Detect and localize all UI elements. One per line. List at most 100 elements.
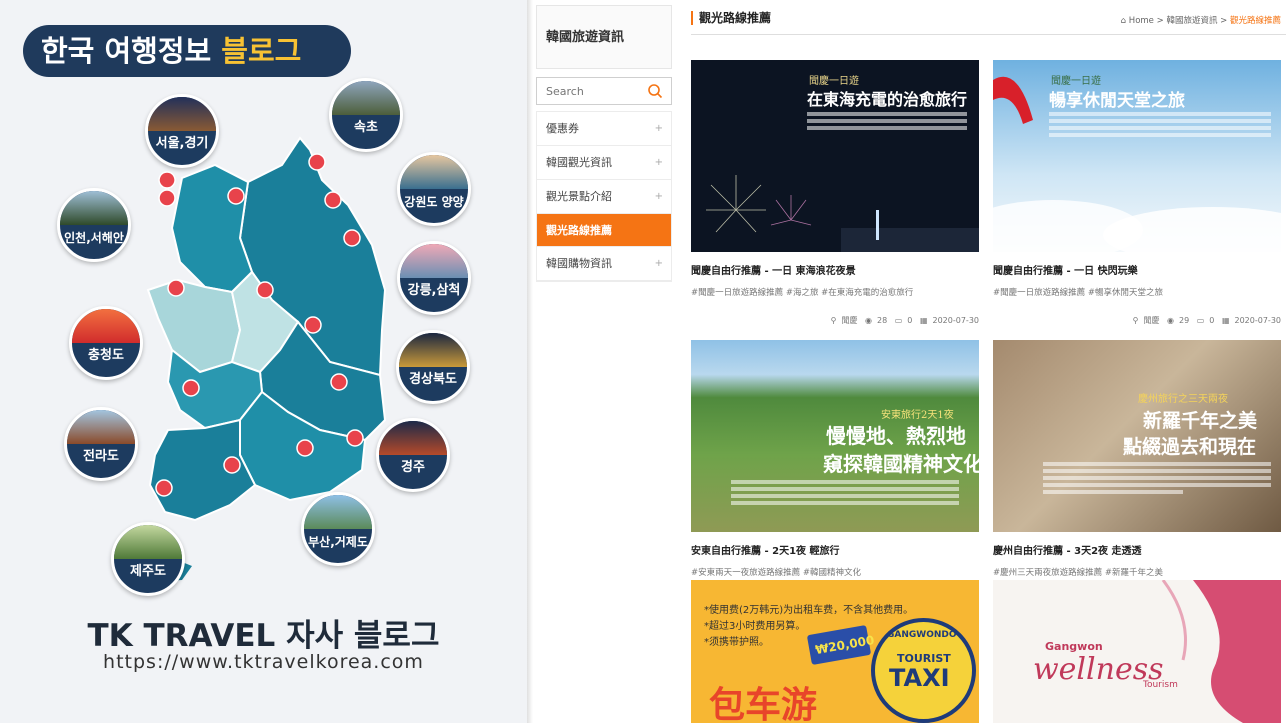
sidebar-item-label: 韓國購物資訊 [546,257,612,270]
main-content: 觀光路線推薦 ⌂ Home > 韓國旅遊資訊 > 觀光路線推薦 聞慶一日遊 在東… [691,0,1286,723]
brand-title: TK TRAVEL 자사 블로그 [87,618,440,654]
breadcrumb-current: 觀光路線推薦 [1229,16,1281,26]
overlay-subtitle: 安東旅行2天1夜 [881,410,954,421]
search-input[interactable] [537,78,637,104]
article-views: 29 [1179,316,1190,325]
comment-icon: ▭ [894,316,903,325]
article-comments: 0 [1209,316,1215,325]
article-card[interactable]: 聞慶一日遊 在東海充電的治愈旅行 聞慶自由行推薦 - 一日 東海浪花夜景 #聞慶… [691,60,979,326]
sidebar-item-attractions[interactable]: 觀光景點介紹 + [537,180,671,214]
overlay-title: 暢享休閒天堂之旅 [1049,91,1185,111]
eye-icon: ◉ [865,316,872,325]
region-label: 제주도 [130,564,166,579]
plus-icon: + [654,157,663,168]
search-box [536,77,672,105]
taxi-note-3: *须携带护照。 [704,637,769,648]
region-seoul-gyeonggi[interactable]: 서울,경기 [145,94,219,168]
sidebar-item-tourism-info[interactable]: 韓國觀光資訊 + [537,146,671,180]
article-tags: #聞慶一日旅遊路線推薦 #暢享休閒天堂之旅 [993,288,1163,298]
region-label: 부산,거제도 [308,535,368,549]
article-card[interactable]: 慶州旅行之三天兩夜 新羅千年之美 點綴過去和現在 慶州自由行推薦 - 3天2夜 … [993,340,1281,578]
eye-icon: ◉ [1167,316,1174,325]
sidebar-item-label: 韓國觀光資訊 [546,156,612,169]
article-thumbnail[interactable]: *使用费(2万韩元)为出租车费，不含其他费用。 *超过3小时费用另算。 *须携带… [691,580,979,723]
overlay-subtitle: 聞慶一日遊 [809,76,859,87]
region-label: 경주 [401,460,425,475]
page-title: 觀光路線推薦 [691,11,771,25]
region-gyeongbuk[interactable]: 경상북도 [396,330,470,404]
sidebar-item-label: 優惠券 [546,122,579,135]
region-label: 경상북도 [409,372,457,387]
sidebar-title: 韓國旅遊資訊 [536,5,672,69]
article-location: 聞慶 [1143,316,1160,325]
article-card[interactable]: 安東旅行2天1夜 慢慢地、熱烈地 窺探韓國精神文化 安東自由行推薦 - 2天1夜… [691,340,979,578]
region-yangyang[interactable]: 강원도 양양 [397,152,471,226]
breadcrumb-parent[interactable]: 韓國旅遊資訊 [1166,16,1217,26]
article-thumbnail[interactable]: 聞慶一日遊 暢享休閒天堂之旅 [993,60,1281,252]
article-card[interactable]: Gangwon wellness Tourism [993,580,1281,723]
map-gyeonggi [170,163,254,294]
article-title[interactable]: 慶州自由行推薦 - 3天2夜 走透透 [993,542,1281,557]
sidebar-item-coupons[interactable]: 優惠券 + [537,112,671,146]
article-title[interactable]: 聞慶自由行推薦 - 一日 東海浪花夜景 [691,262,979,277]
article-thumbnail[interactable]: Gangwon wellness Tourism [993,580,1281,723]
map-jeonnam [148,418,257,522]
region-label: 강릉,삼척 [407,283,461,298]
charter-tour-text: 包车游 [709,685,818,723]
region-gangneung[interactable]: 강릉,삼척 [397,241,471,315]
home-icon: ⌂ [1120,16,1127,26]
article-location: 聞慶 [841,316,858,325]
taxi-logo-top: GANGWONDO [887,630,957,640]
panel-divider [527,0,533,723]
overlay-line-1: 新羅千年之美 [1143,410,1258,432]
article-thumbnail[interactable]: 慶州旅行之三天兩夜 新羅千年之美 點綴過去和現在 [993,340,1281,532]
region-chungcheong[interactable]: 충청도 [69,306,143,380]
brand-url[interactable]: https://www.tktravelkorea.com [0,651,527,673]
sidebar-item-routes[interactable]: 觀光路線推薦 [537,214,671,247]
search-icon[interactable] [647,83,663,99]
taxi-note-1: *使用费(2万韩元)为出租车费，不含其他费用。 [704,605,914,616]
taxi-note-2: *超过3小时费用另算。 [704,621,806,632]
breadcrumb: ⌂ Home > 韓國旅遊資訊 > 觀光路線推薦 [1120,16,1281,26]
article-tags: #慶州三天兩夜旅遊路線推薦 #新羅千年之美 [993,568,1163,578]
sidebar-item-shopping[interactable]: 韓國購物資訊 + [537,247,671,281]
region-label: 서울,경기 [155,136,209,151]
comment-icon: ▭ [1196,316,1205,325]
sidebar-item-label: 觀光路線推薦 [546,224,612,237]
region-jeolla[interactable]: 전라도 [64,407,138,481]
overlay-subtitle: 慶州旅行之三天兩夜 [1138,394,1228,405]
region-label: 강원도 양양 [404,195,464,209]
article-thumbnail[interactable]: 安東旅行2天1夜 慢慢地、熱烈地 窺探韓國精神文化 [691,340,979,532]
article-title[interactable]: 聞慶自由行推薦 - 一日 快閃玩樂 [993,262,1281,277]
region-busan[interactable]: 부산,거제도 [301,492,375,566]
overlay-line-1: 慢慢地、熱烈地 [826,424,966,448]
calendar-icon: ▦ [919,316,928,325]
article-meta: ⚲ 聞慶 ◉ 28 ▭ 0 ▦ 2020-07-30 [691,315,979,326]
wellness-tagline: Tourism [1143,680,1178,690]
sidebar-item-label: 觀光景點介紹 [546,190,612,203]
location-icon: ⚲ [1132,316,1139,325]
plus-icon: + [654,191,663,202]
article-comments: 0 [907,316,913,325]
breadcrumb-home[interactable]: Home [1129,16,1154,26]
article-date: 2020-07-30 [1234,316,1282,325]
region-label: 인천,서해안 [64,231,124,245]
region-incheon[interactable]: 인천,서해안 [57,188,131,262]
region-gyeongju[interactable]: 경주 [376,418,450,492]
article-tags: #聞慶一日旅遊路線推薦 #海之旅 #在東海充電的治愈旅行 [691,288,914,298]
region-jeju[interactable]: 제주도 [111,522,185,596]
location-icon: ⚲ [830,316,837,325]
article-thumbnail[interactable]: 聞慶一日遊 在東海充電的治愈旅行 [691,60,979,252]
overlay-title: 在東海充電的治愈旅行 [807,90,968,109]
calendar-icon: ▦ [1221,316,1230,325]
article-card[interactable]: 聞慶一日遊 暢享休閒天堂之旅 聞慶自由行推薦 - 一日 快閃玩樂 #聞慶一日旅遊… [993,60,1281,326]
sidebar-menu: 優惠券 + 韓國觀光資訊 + 觀光景點介紹 + 觀光路線推薦 韓國購物資訊 + [536,111,672,282]
map-chungnam [146,278,242,374]
article-title[interactable]: 安東自由行推薦 - 2天1夜 輕旅行 [691,542,979,557]
region-sokcho[interactable]: 속초 [329,78,403,152]
overlay-line-2: 窺探韓國精神文化 [823,452,979,476]
article-card[interactable]: *使用费(2万韩元)为出租车费，不含其他费用。 *超过3小时费用另算。 *须携带… [691,580,979,723]
article-date: 2020-07-30 [932,316,980,325]
article-views: 28 [877,316,888,325]
content-header: 觀光路線推薦 ⌂ Home > 韓國旅遊資訊 > 觀光路線推薦 [691,0,1286,35]
